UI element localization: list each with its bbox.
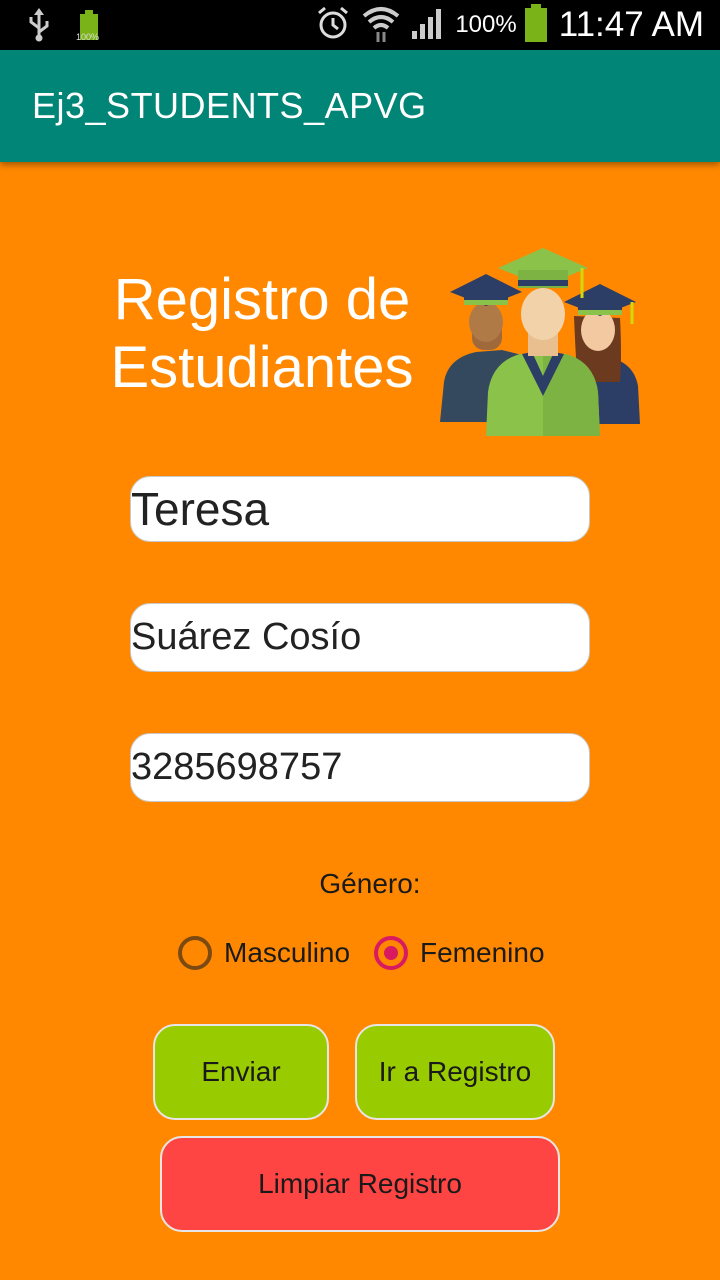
heading-line-1: Registro de [113, 267, 411, 332]
wifi-icon [361, 4, 401, 46]
battery-icon [523, 4, 549, 46]
gender-label: Género: [319, 868, 421, 899]
radio-femenino-label: Femenino [420, 937, 545, 968]
radio-masculino[interactable]: Masculino [178, 932, 350, 974]
clear-button[interactable]: Limpiar Registro [160, 1136, 560, 1232]
signal-icon [411, 7, 445, 43]
radio-checked-icon[interactable] [374, 936, 408, 970]
radio-femenino[interactable]: Femenino [374, 932, 545, 974]
go-to-registry-button[interactable]: Ir a Registro [355, 1024, 555, 1120]
last-name-field[interactable]: Suárez Cosío [130, 603, 590, 672]
alarm-icon [315, 5, 351, 45]
usb-icon [26, 8, 52, 46]
app-title: Ej3_STUDENTS_APVG [32, 85, 427, 126]
heading-line-2: Estudiantes [110, 335, 414, 400]
clock: 11:47 AM [558, 5, 704, 44]
phone-field[interactable]: 3285698757 [130, 733, 590, 802]
first-name-field[interactable]: Teresa [130, 476, 590, 542]
app-bar: Ej3_STUDENTS_APVG [0, 50, 720, 162]
battery-percent: 100% [455, 11, 517, 38]
graduates-icon [436, 246, 646, 438]
radio-masculino-label: Masculino [224, 937, 351, 968]
send-button[interactable]: Enviar [153, 1024, 329, 1120]
battery-small-icon: 100% [76, 10, 104, 44]
battery-small-label: 100% [76, 32, 100, 42]
form-heading: Registro de Estudiantes [92, 266, 432, 402]
status-bar: 100% 100% 11:47 AM [0, 0, 720, 50]
radio-unchecked-icon[interactable] [178, 936, 212, 970]
